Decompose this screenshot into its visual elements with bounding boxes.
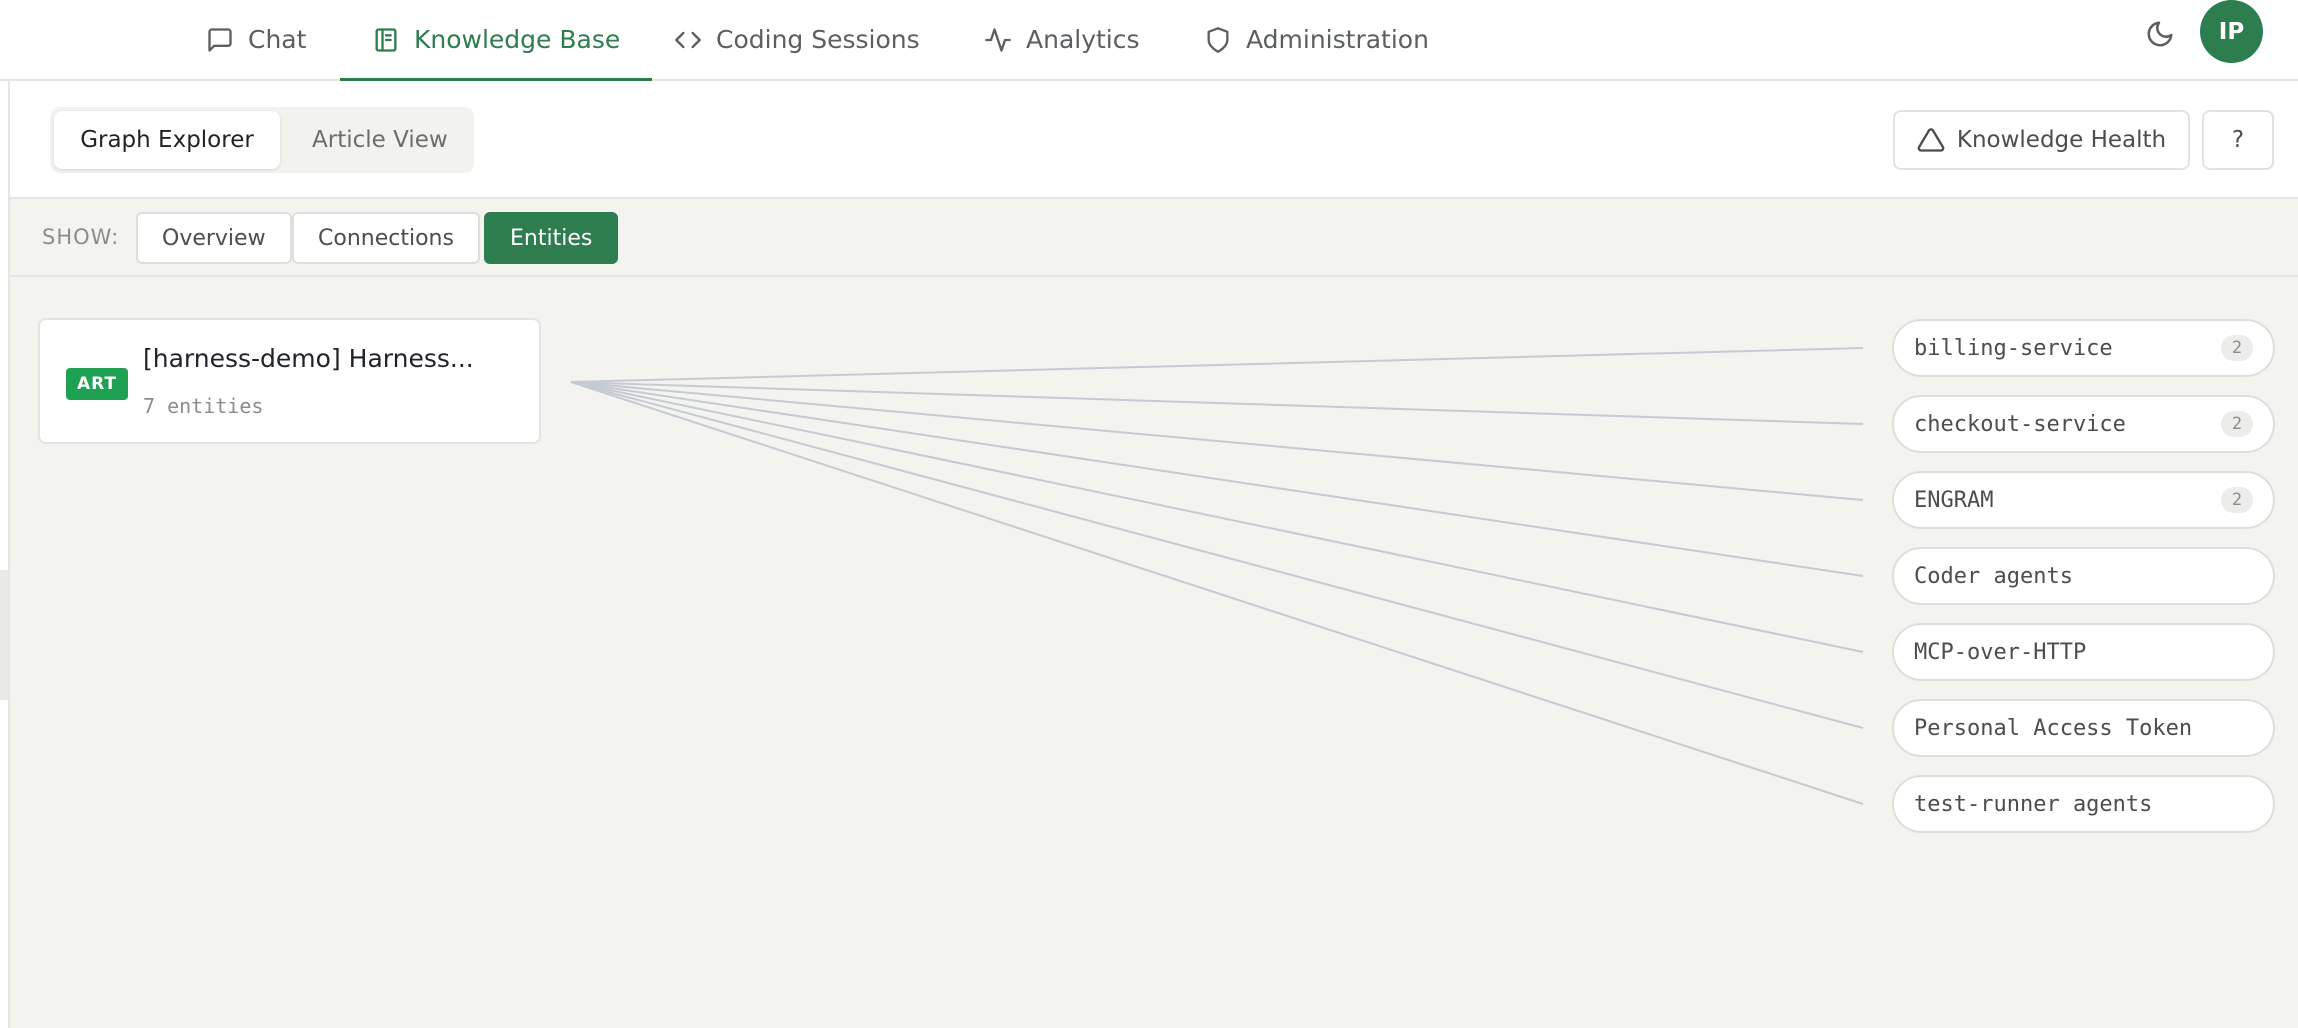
user-avatar[interactable]: IP <box>2200 0 2263 63</box>
tab-chat[interactable]: Chat <box>206 0 306 79</box>
tab-knowledge-base[interactable]: Knowledge Base <box>340 0 653 82</box>
top-navigation: Chat Knowledge Base Coding Sessions Anal… <box>0 0 2298 82</box>
knowledge-health-label: Knowledge Health <box>1956 127 2167 153</box>
tab-administration-label: Administration <box>1246 25 1429 54</box>
entity-node[interactable]: Coder agents <box>1892 547 2275 605</box>
alert-triangle-icon <box>1917 128 1945 152</box>
moon-icon <box>2147 21 2173 47</box>
knowledge-health-button[interactable]: Knowledge Health <box>1893 110 2190 170</box>
left-rail <box>0 81 10 1028</box>
tab-chat-label: Chat <box>248 25 307 54</box>
filter-entities-button[interactable]: Entities <box>484 212 619 264</box>
tab-knowledge-base-label: Knowledge Base <box>414 25 621 54</box>
message-square-icon <box>208 27 232 52</box>
book-open-icon <box>375 27 397 52</box>
entity-connection-count: 2 <box>2221 487 2253 513</box>
entity-node[interactable]: checkout-service 2 <box>1892 395 2275 453</box>
tab-administration[interactable]: Administration <box>1204 0 1429 79</box>
activity-icon <box>985 27 1011 52</box>
tab-coding-sessions-label: Coding Sessions <box>716 25 920 54</box>
sidebar-resize-handle[interactable] <box>0 570 9 700</box>
tab-coding-sessions[interactable]: Coding Sessions <box>674 0 920 79</box>
entity-name: Coder agents <box>1914 563 2073 589</box>
graph-explorer-button[interactable]: Graph Explorer <box>54 111 280 169</box>
entity-name: ENGRAM <box>1914 487 1994 513</box>
entity-connection-count: 2 <box>2221 335 2253 361</box>
article-title: [harness-demo] Harness... <box>143 344 474 373</box>
article-node[interactable]: ART [harness-demo] Harness... 7 entities <box>38 318 541 444</box>
entity-name: billing-service <box>1914 335 2113 361</box>
entity-node[interactable]: Personal Access Token <box>1892 699 2275 757</box>
help-button[interactable]: ? <box>2202 110 2274 170</box>
entity-name: Personal Access Token <box>1914 715 2193 741</box>
entity-node[interactable]: ENGRAM 2 <box>1892 471 2275 529</box>
show-filter-bar: SHOW: Overview Connections Entities <box>10 199 2298 277</box>
view-switcher: Graph Explorer Article View <box>50 107 474 173</box>
shield-icon <box>1207 26 1229 53</box>
filter-overview-button[interactable]: Overview <box>136 212 292 264</box>
tab-analytics-label: Analytics <box>1026 25 1140 54</box>
entity-name: test-runner agents <box>1914 791 2153 817</box>
article-view-button[interactable]: Article View <box>284 111 476 169</box>
entity-node[interactable]: test-runner agents <box>1892 775 2275 833</box>
tab-analytics[interactable]: Analytics <box>984 0 1140 79</box>
entity-connection-count: 2 <box>2221 411 2253 437</box>
entity-name: MCP-over-HTTP <box>1914 639 2087 665</box>
entity-name: checkout-service <box>1914 411 2126 437</box>
article-type-badge: ART <box>66 368 128 400</box>
code-icon <box>675 31 701 48</box>
view-header: Graph Explorer Article View Knowledge He… <box>10 81 2298 199</box>
filter-connections-button[interactable]: Connections <box>292 212 480 264</box>
entity-node[interactable]: billing-service 2 <box>1892 319 2275 377</box>
article-entity-count: 7 entities <box>143 394 264 418</box>
theme-toggle-button[interactable] <box>2142 16 2178 52</box>
show-label: SHOW: <box>42 225 120 249</box>
entity-node[interactable]: MCP-over-HTTP <box>1892 623 2275 681</box>
